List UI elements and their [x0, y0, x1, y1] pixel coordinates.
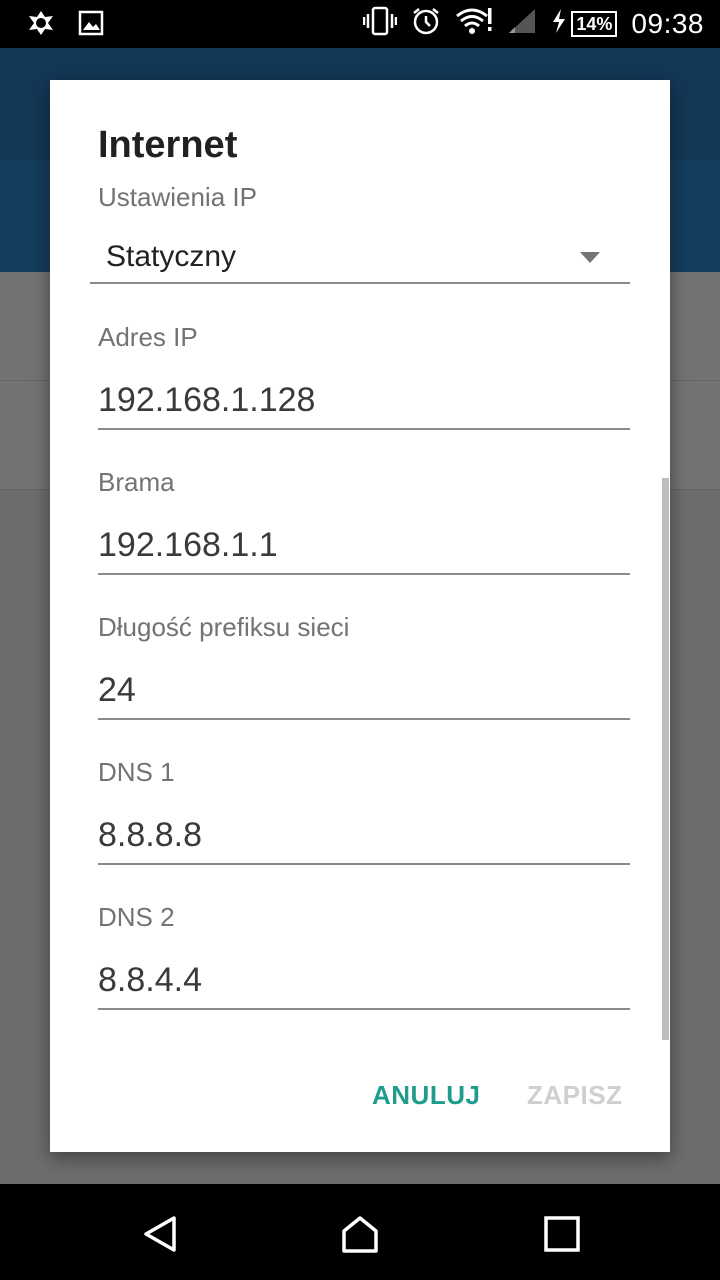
- status-bar: 14% 09:38: [0, 0, 720, 48]
- alarm-icon: [411, 6, 441, 41]
- save-button[interactable]: ZAPISZ: [527, 1080, 622, 1111]
- ip-settings-value: Statyczny: [106, 240, 237, 273]
- home-icon[interactable]: [340, 1214, 380, 1254]
- internet-settings-dialog: Internet Ustawienia IP Statyczny Adres I…: [50, 80, 670, 1152]
- status-time: 09:38: [631, 7, 704, 39]
- signal-icon: [507, 7, 537, 40]
- back-icon[interactable]: [140, 1214, 180, 1254]
- dialog-scrollbar[interactable]: [662, 478, 669, 1040]
- dns2-input[interactable]: [98, 952, 630, 1010]
- gateway-input[interactable]: [98, 517, 630, 575]
- ip-address-input[interactable]: [98, 372, 630, 430]
- navigation-bar: [0, 1184, 720, 1280]
- recents-icon[interactable]: [542, 1214, 582, 1254]
- dns1-input[interactable]: [98, 807, 630, 865]
- charging-icon: [551, 8, 567, 39]
- vibrate-icon: [363, 6, 398, 41]
- dns2-label: DNS 2: [98, 902, 175, 932]
- wifi-alert-icon: [455, 6, 493, 41]
- ip-settings-dropdown[interactable]: Statyczny: [90, 232, 630, 284]
- cancel-button[interactable]: ANULUJ: [372, 1080, 480, 1111]
- battery-indicator: 14%: [551, 8, 618, 39]
- avast-icon: [26, 8, 56, 43]
- battery-percentage: 14%: [571, 10, 618, 37]
- ip-address-label: Adres IP: [98, 322, 198, 352]
- gateway-label: Brama: [98, 467, 175, 497]
- prefix-length-input[interactable]: [98, 662, 630, 720]
- ip-settings-label: Ustawienia IP: [98, 182, 257, 212]
- prefix-length-label: Długość prefiksu sieci: [98, 612, 350, 642]
- dns1-label: DNS 1: [98, 757, 175, 787]
- dialog-title: Internet: [98, 124, 238, 166]
- dropdown-arrow-icon: [580, 252, 600, 263]
- image-icon: [78, 10, 104, 41]
